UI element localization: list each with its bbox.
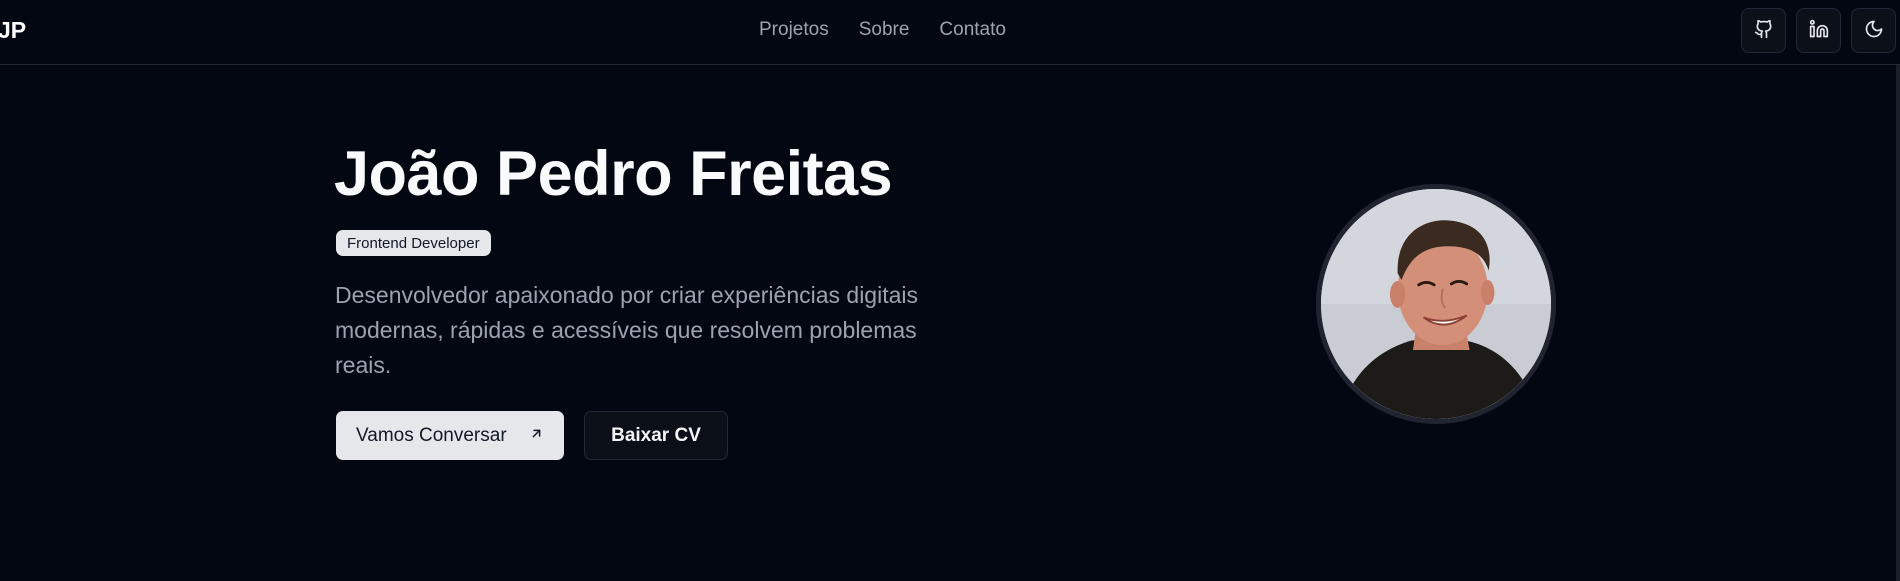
github-icon — [1754, 19, 1774, 42]
github-button[interactable] — [1741, 8, 1786, 53]
header-actions — [1741, 8, 1896, 53]
linkedin-button[interactable] — [1796, 8, 1841, 53]
page: JP Projetos Sobre Contato João Pedro Fre… — [0, 0, 1900, 581]
main-nav: Projetos Sobre Contato — [759, 19, 1006, 41]
site-header: JP Projetos Sobre Contato — [0, 0, 1900, 65]
linkedin-icon — [1809, 19, 1829, 42]
avatar — [1316, 184, 1556, 424]
hero-title: João Pedro Freitas — [334, 139, 893, 209]
scrollbar[interactable] — [1896, 65, 1900, 581]
nav-link-projetos[interactable]: Projetos — [759, 19, 829, 41]
hero-description: Desenvolvedor apaixonado por criar exper… — [335, 282, 918, 378]
download-cv-button[interactable]: Baixar CV — [584, 411, 728, 460]
nav-link-sobre[interactable]: Sobre — [859, 19, 910, 41]
arrow-up-right-icon — [529, 425, 544, 447]
contact-button[interactable]: Vamos Conversar — [336, 411, 564, 460]
logo[interactable]: JP — [0, 17, 26, 44]
theme-toggle-button[interactable] — [1851, 8, 1896, 53]
contact-button-label: Vamos Conversar — [356, 424, 507, 446]
nav-link-contato[interactable]: Contato — [939, 19, 1006, 41]
avatar-photo — [1321, 189, 1551, 419]
role-badge: Frontend Developer — [336, 230, 491, 256]
moon-icon — [1864, 19, 1884, 42]
